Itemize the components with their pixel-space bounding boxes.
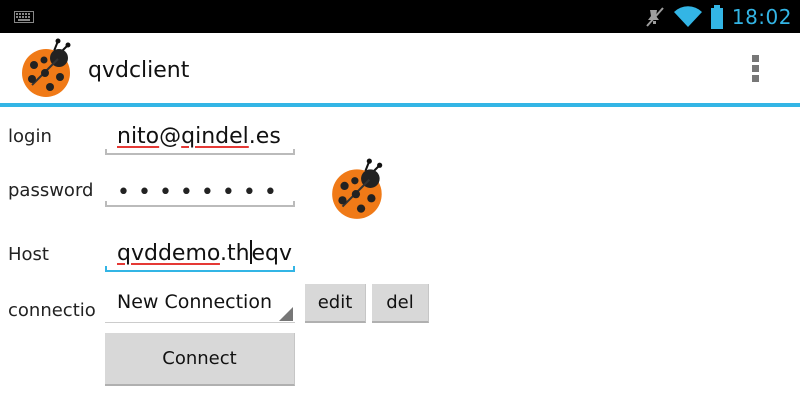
wifi-icon: [673, 5, 702, 27]
edit-button[interactable]: edit: [305, 284, 366, 323]
status-bar: 18:02: [0, 0, 800, 33]
password-value: ••••••••: [117, 180, 285, 205]
keyboard-icon: [14, 11, 34, 23]
overflow-menu-icon[interactable]: [752, 55, 762, 85]
ladybug-icon: [332, 158, 383, 219]
host-field[interactable]: qvddemo.theqv: [105, 236, 295, 272]
host-value: qvddemo.theqv: [117, 240, 293, 266]
host-label: Host: [8, 244, 49, 265]
del-button[interactable]: del: [372, 284, 429, 323]
battery-icon: [710, 4, 723, 29]
connect-button[interactable]: Connect: [105, 333, 295, 386]
mute-icon: [646, 6, 664, 27]
connection-spinner[interactable]: New Connection: [105, 283, 295, 323]
login-label: login: [8, 126, 52, 147]
password-label: password: [8, 180, 94, 201]
dropdown-arrow-icon: [279, 307, 293, 321]
ladybug-logo-icon[interactable]: [18, 37, 78, 99]
clock: 18:02: [731, 4, 792, 29]
action-bar-divider: [0, 103, 800, 107]
login-field[interactable]: nito@qindel.es: [105, 119, 295, 155]
connection-selected: New Connection: [117, 291, 272, 313]
login-value: nito@qindel.es: [117, 124, 281, 149]
app-title: qvdclient: [88, 58, 190, 83]
connection-label: connectio: [8, 300, 96, 321]
